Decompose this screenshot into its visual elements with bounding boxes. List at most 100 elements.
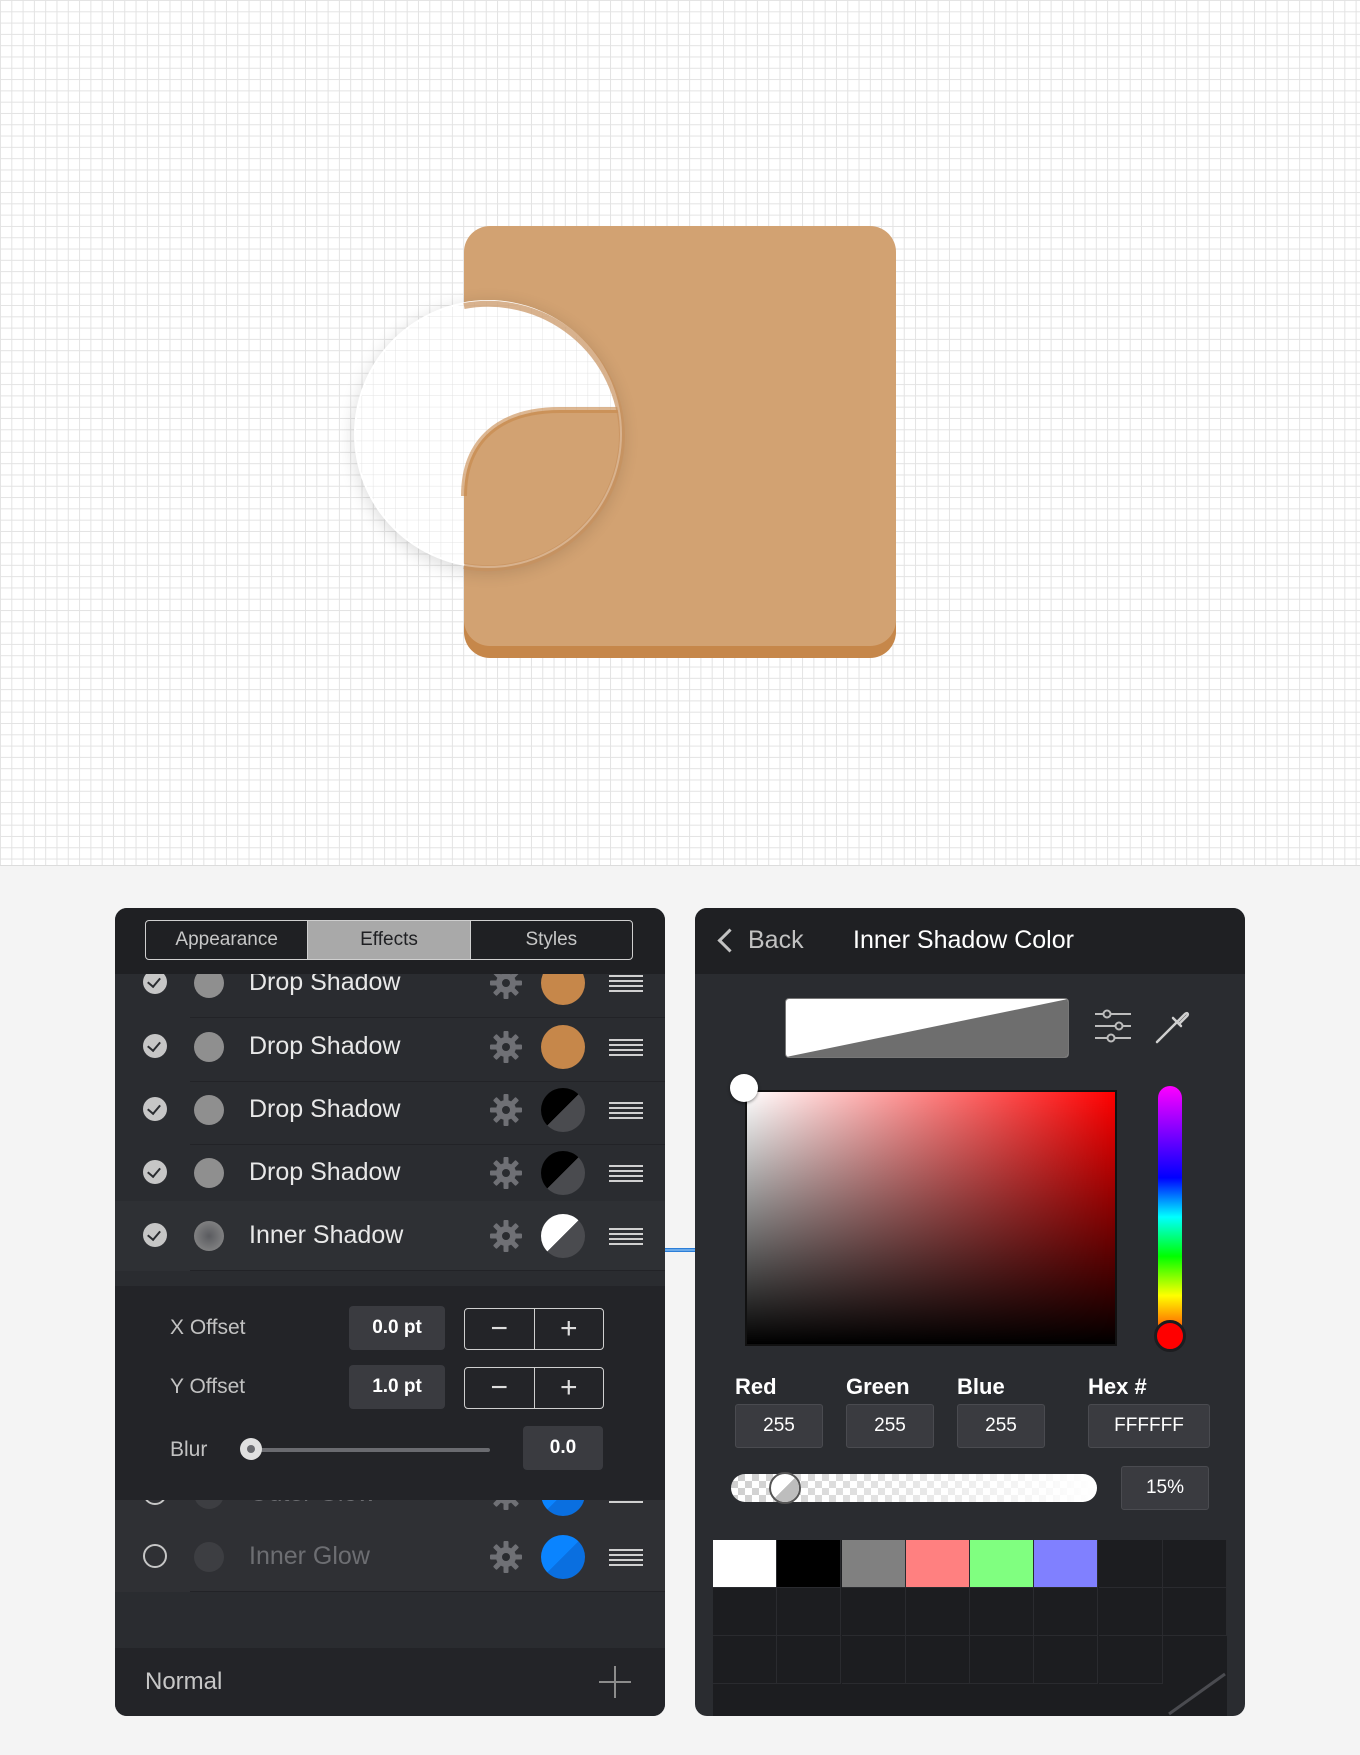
palette-swatch[interactable] xyxy=(777,1588,842,1636)
y-offset-minus-button[interactable]: − xyxy=(465,1368,535,1408)
effect-status-dot xyxy=(194,974,224,998)
effect-row[interactable]: Inner Glow xyxy=(115,1522,665,1592)
row-divider xyxy=(190,1591,665,1592)
palette-swatch[interactable] xyxy=(713,1540,777,1588)
y-offset-stepper: − + xyxy=(464,1367,604,1409)
no-color-swatch[interactable] xyxy=(1163,1670,1227,1716)
effect-row[interactable]: Drop Shadow xyxy=(115,1138,665,1208)
tab-styles[interactable]: Styles xyxy=(471,921,632,959)
effect-enable-checkbox[interactable] xyxy=(143,974,167,994)
palette-swatch[interactable] xyxy=(1034,1540,1099,1588)
drag-handle-icon[interactable] xyxy=(609,1102,643,1119)
red-field[interactable]: 255 xyxy=(735,1404,823,1448)
palette-swatch[interactable] xyxy=(1098,1588,1163,1636)
gear-icon[interactable] xyxy=(489,1219,523,1253)
red-label: Red xyxy=(735,1374,777,1399)
palette-swatch[interactable] xyxy=(1098,1636,1163,1684)
palette-swatch[interactable] xyxy=(777,1636,842,1684)
palette-swatch[interactable] xyxy=(905,1540,970,1588)
effect-row[interactable]: Drop Shadow xyxy=(115,1012,665,1082)
inner-shadow-settings: X Offset 0.0 pt − + Y Offset 1.0 pt − + … xyxy=(115,1286,665,1500)
palette-swatch[interactable] xyxy=(905,1588,970,1636)
palette-swatch[interactable] xyxy=(1162,1588,1227,1636)
gear-icon[interactable] xyxy=(489,1030,523,1064)
drag-handle-icon[interactable] xyxy=(609,1039,643,1056)
palette-swatch[interactable] xyxy=(841,1540,906,1588)
x-offset-minus-button[interactable]: − xyxy=(465,1309,535,1349)
effect-color-swatch[interactable] xyxy=(541,1025,585,1069)
gear-icon[interactable] xyxy=(489,974,523,1000)
blur-field[interactable]: 0.0 xyxy=(523,1426,603,1470)
palette-swatch[interactable] xyxy=(841,1588,906,1636)
eyedropper-icon[interactable] xyxy=(1153,1006,1193,1046)
back-label: Back xyxy=(748,926,804,954)
saturation-brightness-knob[interactable] xyxy=(730,1074,758,1102)
blur-slider-track[interactable] xyxy=(248,1448,490,1452)
palette-swatch[interactable] xyxy=(970,1588,1034,1636)
opacity-field[interactable]: 15% xyxy=(1121,1466,1209,1510)
drag-handle-icon[interactable] xyxy=(609,1549,643,1566)
chevron-left-icon xyxy=(717,928,742,953)
hex-field[interactable]: FFFFFF xyxy=(1088,1404,1210,1448)
add-effect-icon[interactable] xyxy=(599,1666,631,1698)
effect-color-swatch[interactable] xyxy=(541,1151,585,1195)
palette-swatch[interactable] xyxy=(777,1540,842,1588)
effect-label: Drop Shadow xyxy=(249,1095,401,1123)
effect-row[interactable]: Inner Shadow xyxy=(115,1201,665,1271)
tab-appearance[interactable]: Appearance xyxy=(146,921,309,959)
effect-status-dot xyxy=(194,1032,224,1062)
effect-enable-checkbox[interactable] xyxy=(143,1097,167,1121)
gear-icon[interactable] xyxy=(489,1156,523,1190)
palette-swatch[interactable] xyxy=(1034,1588,1099,1636)
hue-slider-knob[interactable] xyxy=(1154,1320,1186,1352)
x-offset-plus-button[interactable]: + xyxy=(535,1309,604,1349)
x-offset-label: X Offset xyxy=(170,1316,246,1339)
effect-enable-checkbox[interactable] xyxy=(143,1223,167,1247)
blue-field[interactable]: 255 xyxy=(957,1404,1045,1448)
sliders-icon[interactable] xyxy=(1093,1006,1133,1046)
back-button[interactable]: Back xyxy=(715,926,804,955)
palette-swatch[interactable] xyxy=(970,1540,1034,1588)
drag-handle-icon[interactable] xyxy=(609,975,643,992)
palette-swatch[interactable] xyxy=(713,1588,777,1636)
artboard-canvas[interactable] xyxy=(0,0,1360,866)
blur-slider-knob[interactable] xyxy=(240,1438,262,1460)
drag-handle-icon[interactable] xyxy=(609,1228,643,1245)
palette-swatch[interactable] xyxy=(1034,1636,1099,1684)
gear-icon[interactable] xyxy=(489,1093,523,1127)
effect-enable-checkbox[interactable] xyxy=(143,1544,167,1568)
panel-tabs: Appearance Effects Styles xyxy=(145,920,633,960)
effect-label: Inner Glow xyxy=(249,1542,370,1570)
green-field[interactable]: 255 xyxy=(846,1404,934,1448)
palette-swatch[interactable] xyxy=(713,1636,777,1684)
effect-enable-checkbox[interactable] xyxy=(143,1034,167,1058)
hue-slider[interactable] xyxy=(1158,1086,1182,1348)
y-offset-field[interactable]: 1.0 pt xyxy=(349,1365,445,1409)
saturation-brightness-field[interactable] xyxy=(745,1090,1117,1346)
effect-label: Drop Shadow xyxy=(249,974,401,996)
row-divider xyxy=(190,1270,665,1271)
effect-color-swatch[interactable] xyxy=(541,974,585,1005)
effect-row[interactable]: Drop Shadow xyxy=(115,1075,665,1145)
x-offset-stepper: − + xyxy=(464,1308,604,1350)
effect-color-swatch[interactable] xyxy=(541,1214,585,1258)
gear-icon[interactable] xyxy=(489,1540,523,1574)
effect-color-swatch[interactable] xyxy=(541,1535,585,1579)
effect-label: Drop Shadow xyxy=(249,1032,401,1060)
palette-swatch[interactable] xyxy=(970,1636,1034,1684)
opacity-slider-knob[interactable] xyxy=(769,1472,801,1504)
blend-mode-label[interactable]: Normal xyxy=(145,1668,222,1696)
y-offset-plus-button[interactable]: + xyxy=(535,1368,604,1408)
effect-enable-checkbox[interactable] xyxy=(143,1160,167,1184)
palette-swatch[interactable] xyxy=(1098,1540,1163,1588)
palette-swatch[interactable] xyxy=(1162,1540,1227,1588)
effect-color-swatch[interactable] xyxy=(541,1088,585,1132)
icon-artwork xyxy=(352,226,896,658)
drag-handle-icon[interactable] xyxy=(609,1165,643,1182)
palette-swatch[interactable] xyxy=(841,1636,906,1684)
palette-swatch[interactable] xyxy=(905,1636,970,1684)
x-offset-field[interactable]: 0.0 pt xyxy=(349,1306,445,1350)
green-label: Green xyxy=(846,1374,910,1399)
tab-effects[interactable]: Effects xyxy=(308,921,471,959)
color-picker-panel: Back Inner Shadow Color Red Green Blue H… xyxy=(695,908,1245,1716)
